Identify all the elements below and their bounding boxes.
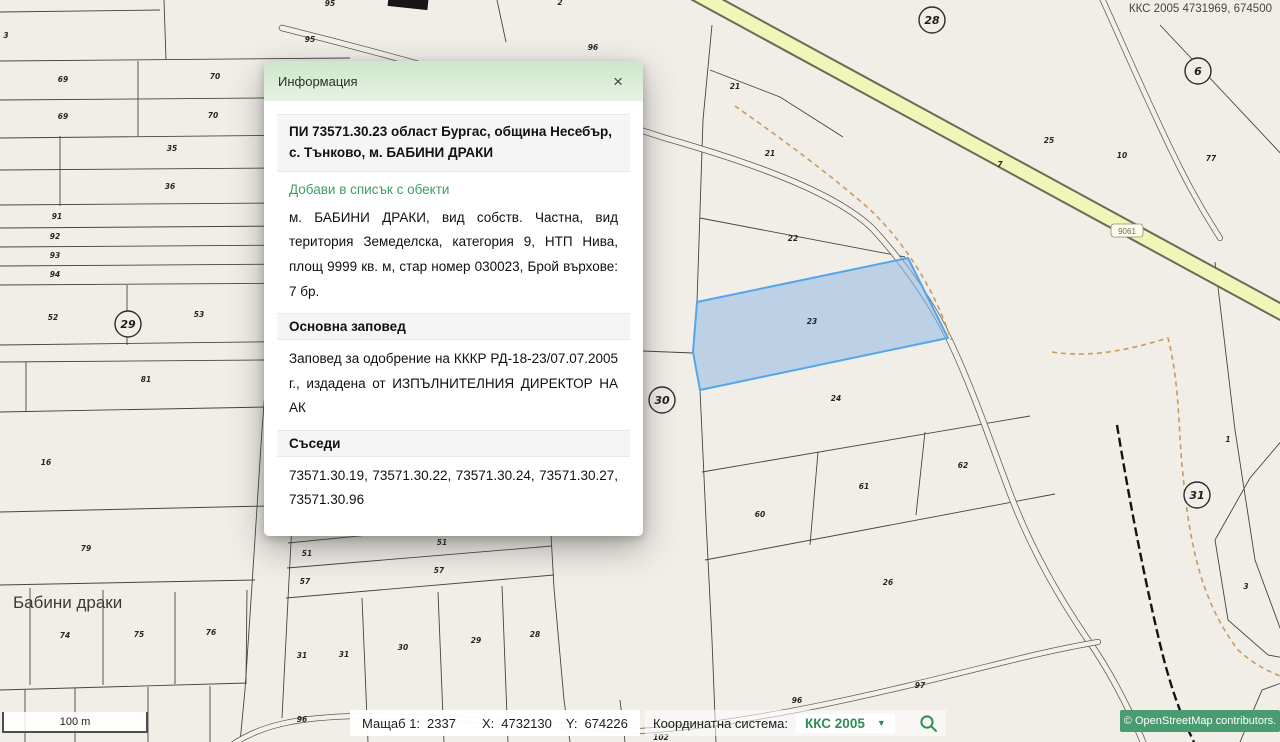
parcel-label: 26 bbox=[883, 578, 893, 587]
place-name-label: Бабини драки bbox=[13, 593, 122, 612]
parcel-label: 3 bbox=[3, 31, 8, 40]
svg-text:31: 31 bbox=[1189, 489, 1204, 502]
parcel-label: 75 bbox=[134, 630, 144, 639]
parcel-label: 29 bbox=[471, 636, 481, 645]
scale-label: Мащаб 1: bbox=[362, 716, 420, 731]
parcel-label: 77 bbox=[1206, 154, 1217, 163]
parcel-group-label: 29 bbox=[115, 311, 141, 337]
search-button[interactable] bbox=[919, 714, 938, 733]
parcel-label: 61 bbox=[859, 482, 869, 491]
parcel-label: 57 bbox=[300, 577, 311, 586]
svg-text:6: 6 bbox=[1194, 65, 1202, 78]
parcel-label: 3 bbox=[1243, 582, 1248, 591]
parcel-group-label: 31 bbox=[1184, 482, 1210, 508]
parcel-group-label: 6 bbox=[1185, 58, 1211, 84]
close-icon[interactable]: × bbox=[607, 72, 629, 91]
parcel-label: 57 bbox=[434, 566, 445, 575]
parcel-label: 74 bbox=[60, 631, 70, 640]
parcel-label: 95 bbox=[325, 0, 335, 8]
road-ref-badge: 9061 bbox=[1111, 224, 1143, 237]
crs-controls: Координатна система: ККС 2005 ▼ bbox=[645, 710, 946, 736]
parcel-label: 31 bbox=[297, 651, 307, 660]
parcel-label: 96 bbox=[588, 43, 598, 52]
parcel-group-label: 30 bbox=[649, 387, 675, 413]
parcel-label: 2 bbox=[557, 0, 562, 7]
info-popup-header: Информация × bbox=[264, 61, 643, 101]
svg-text:30: 30 bbox=[654, 394, 670, 407]
parcel-label: 10 bbox=[1117, 151, 1127, 160]
parcel-label: 24 bbox=[831, 394, 841, 403]
x-coordinate-value: 4732130 bbox=[501, 716, 552, 731]
x-coordinate-label: X: bbox=[482, 716, 494, 731]
svg-text:28: 28 bbox=[924, 14, 940, 27]
svg-text:9061: 9061 bbox=[1118, 227, 1136, 236]
info-popup-body: ПИ 73571.30.23 област Бургас, община Нес… bbox=[264, 101, 643, 536]
parcel-label: 70 bbox=[210, 72, 220, 81]
parcel-label: 21 bbox=[730, 82, 740, 91]
map-scale-bar: 100 m bbox=[2, 712, 148, 733]
parcel-label: 1 bbox=[1225, 435, 1230, 444]
section-heading-main-order: Основна заповед bbox=[277, 313, 630, 340]
status-readouts: Мащаб 1: 2337 X: 4732130 Y: 674226 bbox=[350, 710, 640, 736]
parcel-label: 21 bbox=[765, 149, 775, 158]
neighbours-list-text: 73571.30.19, 73571.30.22, 73571.30.24, 7… bbox=[289, 464, 618, 513]
section-heading-neighbours: Съседи bbox=[277, 430, 630, 457]
parcel-label: 93 bbox=[50, 251, 60, 260]
osm-attribution-text: © OpenStreetMap contributors. bbox=[1124, 715, 1276, 727]
parcel-label: 94 bbox=[50, 270, 60, 279]
parcel-label: 95 bbox=[305, 35, 315, 44]
parcel-label: 28 bbox=[530, 630, 540, 639]
crs-label: Координатна система: bbox=[653, 716, 788, 731]
scale-input[interactable]: 2337 bbox=[427, 716, 456, 731]
chevron-down-icon: ▼ bbox=[877, 718, 886, 728]
parcel-label: 76 bbox=[206, 628, 216, 637]
parcel-label: 97 bbox=[915, 681, 926, 690]
parcel-identifier-heading: ПИ 73571.30.23 област Бургас, община Нес… bbox=[277, 114, 630, 172]
search-icon bbox=[919, 714, 938, 733]
parcel-label: 31 bbox=[339, 650, 349, 659]
parcel-label: 30 bbox=[398, 643, 408, 652]
parcel-label: 69 bbox=[58, 75, 68, 84]
parcel-group-label: 28 bbox=[919, 7, 945, 33]
add-to-object-list-link[interactable]: Добави в списък с обекти bbox=[289, 182, 449, 197]
parcel-label: 23 bbox=[807, 317, 817, 326]
parcel-label: 7 bbox=[997, 160, 1003, 169]
main-order-text: Заповед за одобрение на КККР РД-18-23/07… bbox=[289, 347, 618, 421]
cursor-coordinates-readout: ККС 2005 4731969, 674500 bbox=[1129, 3, 1272, 15]
parcel-label: 36 bbox=[165, 182, 175, 191]
parcel-description-text: м. БАБИНИ ДРАКИ, вид собств. Частна, вид… bbox=[289, 206, 618, 304]
crs-selected-value: ККС 2005 bbox=[805, 716, 865, 731]
parcel-label: 35 bbox=[167, 144, 177, 153]
parcel-label: 51 bbox=[437, 538, 447, 547]
parcel-label: 62 bbox=[958, 461, 968, 470]
parcel-label: 51 bbox=[302, 549, 312, 558]
parcel-label: 81 bbox=[141, 375, 151, 384]
parcel-label: 16 bbox=[41, 458, 51, 467]
y-coordinate-value: 674226 bbox=[584, 716, 627, 731]
parcel-label: 25 bbox=[1044, 136, 1054, 145]
y-coordinate-label: Y: bbox=[566, 716, 578, 731]
parcel-label: 53 bbox=[194, 310, 204, 319]
parcel-label: 92 bbox=[50, 232, 60, 241]
scale-bar-label: 100 m bbox=[60, 716, 91, 728]
svg-text:29: 29 bbox=[120, 318, 136, 331]
info-popup-title: Информация bbox=[278, 74, 358, 89]
parcel-label: 70 bbox=[208, 111, 218, 120]
osm-attribution-link[interactable]: © OpenStreetMap contributors. bbox=[1120, 710, 1280, 732]
parcel-label: 69 bbox=[58, 112, 68, 121]
parcel-label: 91 bbox=[52, 212, 62, 221]
parcel-label: 22 bbox=[788, 234, 798, 243]
info-popup: Информация × ПИ 73571.30.23 област Бурга… bbox=[264, 61, 643, 536]
parcel-label: 96 bbox=[297, 715, 307, 724]
parcel-label: 52 bbox=[48, 313, 58, 322]
parcel-label: 79 bbox=[81, 544, 91, 553]
parcel-label: 60 bbox=[755, 510, 765, 519]
crs-dropdown[interactable]: ККС 2005 ▼ bbox=[796, 714, 895, 733]
parcel-label: 96 bbox=[792, 696, 802, 705]
